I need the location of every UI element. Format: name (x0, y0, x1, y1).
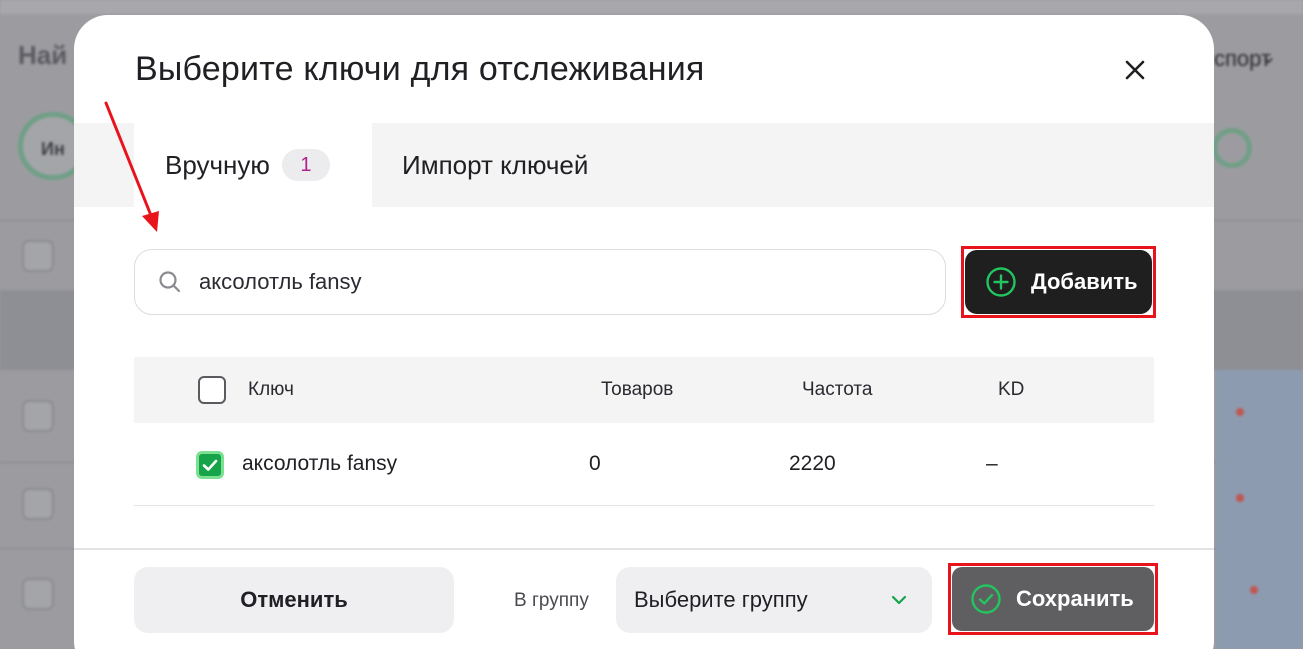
table-row[interactable]: аксолотль fansy 0 2220 – (134, 423, 1154, 506)
add-button[interactable]: Добавить (965, 250, 1152, 314)
tab-import-keys[interactable]: Импорт ключей (402, 123, 588, 207)
tab-count-badge: 1 (281, 149, 330, 181)
background-status-pill (1212, 128, 1252, 168)
row-key: аксолотль fansy (242, 452, 398, 475)
select-all-checkbox[interactable] (198, 376, 226, 404)
add-button-label: Добавить (1031, 269, 1138, 294)
checkmark-icon (202, 459, 218, 471)
save-button[interactable]: Сохранить (952, 567, 1154, 631)
tab-import-label: Импорт ключей (402, 149, 589, 180)
close-button[interactable] (1120, 55, 1150, 85)
group-select[interactable]: Выберите группу (616, 567, 932, 633)
search-field[interactable] (134, 249, 946, 315)
close-icon (1125, 60, 1145, 80)
background-checkbox (22, 240, 54, 272)
column-header-kd: KD (998, 379, 1025, 400)
save-button-label: Сохранить (1016, 586, 1134, 611)
background-highlight-column (1216, 370, 1303, 649)
background-heading: Най (18, 40, 68, 70)
table-header: Ключ Товаров Частота KD (134, 357, 1154, 423)
footer-divider (74, 548, 1214, 550)
column-header-key: Ключ (248, 379, 294, 400)
search-input[interactable] (199, 269, 899, 295)
row-kd: – (986, 452, 998, 475)
chevron-down-icon: ⌄ (1260, 46, 1277, 68)
background-checkbox (22, 488, 54, 520)
check-circle-icon (971, 584, 1001, 614)
modal-title: Выберите ключи для отслеживания (135, 50, 705, 88)
tabs-bar: Вручную 1 Импорт ключей (74, 123, 1214, 207)
column-header-products: Товаров (601, 379, 674, 400)
tab-manual-label: Вручную (165, 149, 270, 180)
plus-circle-icon (986, 267, 1016, 297)
cancel-button[interactable]: Отменить (134, 567, 454, 633)
group-select-value: Выберите группу (634, 587, 808, 612)
background-checkbox (22, 400, 54, 432)
tab-manual[interactable]: Вручную 1 (134, 123, 372, 207)
group-label: В группу (514, 590, 589, 611)
row-products: 0 (589, 452, 601, 475)
select-keys-modal: Выберите ключи для отслеживания Вручную … (74, 15, 1214, 649)
search-icon (159, 271, 181, 293)
row-checkbox[interactable] (196, 451, 224, 479)
chevron-down-icon (891, 595, 907, 605)
row-frequency: 2220 (789, 452, 836, 475)
column-header-frequency: Частота (802, 379, 873, 400)
background-checkbox (22, 578, 54, 610)
